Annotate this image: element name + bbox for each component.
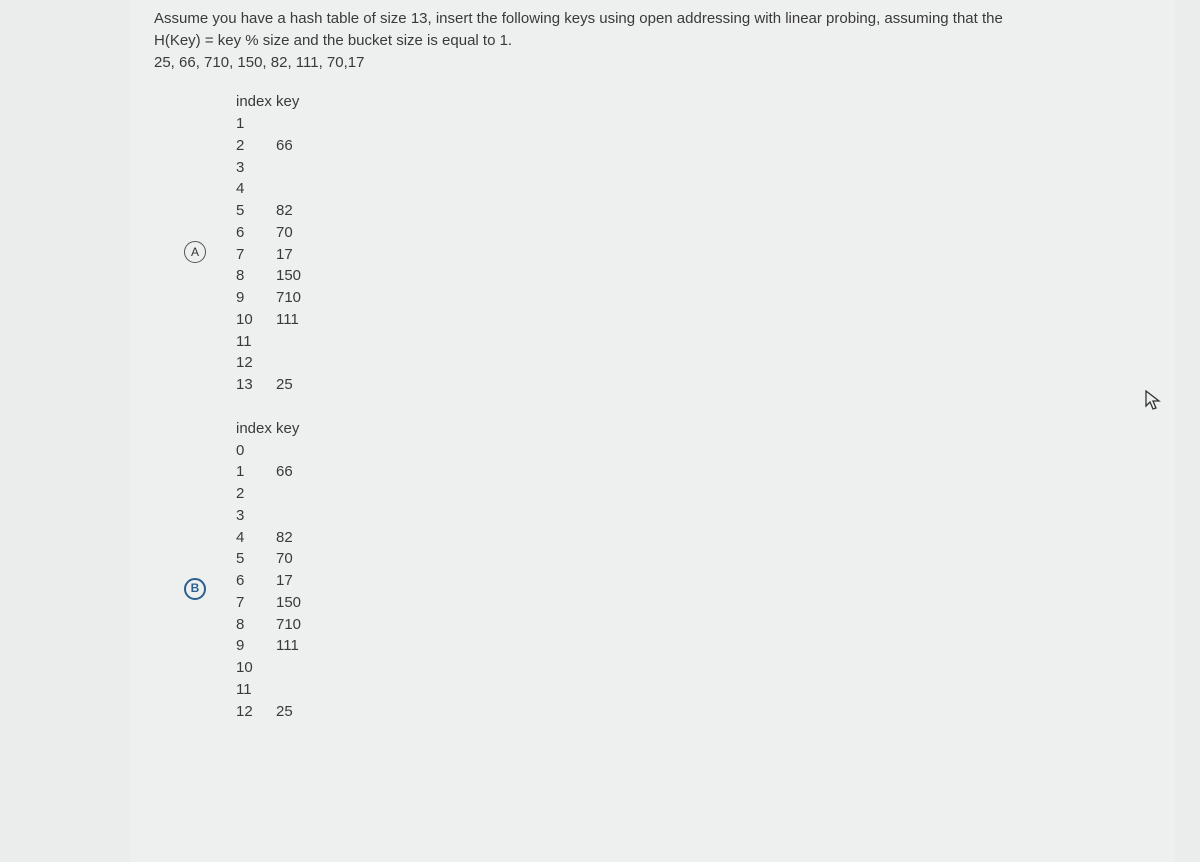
cell-key	[276, 505, 316, 527]
table-row: 3	[236, 505, 316, 527]
cell-index: 3	[236, 505, 276, 527]
cell-index: 1	[236, 113, 276, 135]
table-row: 11	[236, 679, 316, 701]
cell-index: 6	[236, 222, 276, 244]
cell-key: 82	[276, 527, 316, 549]
header-index: index	[236, 418, 276, 440]
table-row: 717	[236, 244, 316, 266]
cell-key: 111	[276, 309, 316, 331]
header-index: index	[236, 91, 276, 113]
cell-key: 150	[276, 592, 316, 614]
cell-key	[276, 331, 316, 353]
table-row: 1	[236, 113, 316, 135]
table-row: 570	[236, 548, 316, 570]
cell-index: 7	[236, 244, 276, 266]
table-row: 10111	[236, 309, 316, 331]
cell-key: 150	[276, 265, 316, 287]
cell-key	[276, 440, 316, 462]
cell-key: 70	[276, 222, 316, 244]
option-marker-wrap: A	[184, 91, 206, 263]
table-row: 670	[236, 222, 316, 244]
option-a-marker[interactable]: A	[184, 241, 206, 263]
cell-key: 25	[276, 701, 316, 723]
cell-key: 66	[276, 135, 316, 157]
cell-index: 0	[236, 440, 276, 462]
table-row: 1325	[236, 374, 316, 396]
cursor-icon	[1145, 390, 1163, 421]
cell-key	[276, 113, 316, 135]
cell-index: 10	[236, 657, 276, 679]
cell-index: 8	[236, 614, 276, 636]
cell-index: 6	[236, 570, 276, 592]
table-header: index key	[236, 418, 316, 440]
cell-index: 5	[236, 548, 276, 570]
cell-index: 2	[236, 135, 276, 157]
cell-key	[276, 352, 316, 374]
cell-index: 3	[236, 157, 276, 179]
cell-index: 5	[236, 200, 276, 222]
table-row: 3	[236, 157, 316, 179]
cell-index: 2	[236, 483, 276, 505]
table-row: 12	[236, 352, 316, 374]
cell-key	[276, 178, 316, 200]
cell-index: 12	[236, 701, 276, 723]
cell-key: 111	[276, 635, 316, 657]
question-line-1: Assume you have a hash table of size 13,…	[154, 8, 1151, 30]
option-a-table: index key 12663458267071781509 710101111…	[236, 91, 316, 396]
table-row: 8710	[236, 614, 316, 636]
cell-key	[276, 657, 316, 679]
question-line-3: 25, 66, 710, 150, 82, 111, 70,17	[154, 52, 1151, 74]
table-row: 266	[236, 135, 316, 157]
cell-key: 710	[276, 614, 316, 636]
cell-index: 11	[236, 679, 276, 701]
cell-key: 17	[276, 244, 316, 266]
cell-index: 8	[236, 265, 276, 287]
header-key: key	[276, 418, 316, 440]
cell-index: 7	[236, 592, 276, 614]
table-header: index key	[236, 91, 316, 113]
cell-index: 12	[236, 352, 276, 374]
table-row: 2	[236, 483, 316, 505]
cell-index: 4	[236, 527, 276, 549]
option-a[interactable]: A index key 12663458267071781509 7101011…	[184, 91, 1151, 396]
header-key: key	[276, 91, 316, 113]
table-row: 8150	[236, 265, 316, 287]
cell-index: 4	[236, 178, 276, 200]
table-row: 10	[236, 657, 316, 679]
cell-index: 11	[236, 331, 276, 353]
cell-key	[276, 157, 316, 179]
cell-key: 17	[276, 570, 316, 592]
table-row: 9111	[236, 635, 316, 657]
cell-index: 10	[236, 309, 276, 331]
cell-key	[276, 679, 316, 701]
cell-index: 1	[236, 461, 276, 483]
table-row: 582	[236, 200, 316, 222]
table-row: 4	[236, 178, 316, 200]
cell-key: 70	[276, 548, 316, 570]
table-row: 7150	[236, 592, 316, 614]
question-page: Assume you have a hash table of size 13,…	[130, 0, 1175, 862]
cell-key: 710	[276, 287, 316, 309]
cell-index: 9	[236, 287, 276, 309]
option-b-table: index key 016623482570617715087109111101…	[236, 418, 316, 723]
cell-key: 25	[276, 374, 316, 396]
table-row: 166	[236, 461, 316, 483]
table-row: 1225	[236, 701, 316, 723]
option-marker-wrap: B	[184, 418, 206, 600]
cell-index: 9	[236, 635, 276, 657]
cell-key: 66	[276, 461, 316, 483]
question-text: Assume you have a hash table of size 13,…	[154, 8, 1151, 73]
cell-key	[276, 483, 316, 505]
table-row: 482	[236, 527, 316, 549]
cell-index: 13	[236, 374, 276, 396]
table-row: 9 710	[236, 287, 316, 309]
cell-key: 82	[276, 200, 316, 222]
table-row: 617	[236, 570, 316, 592]
question-line-2: H(Key) = key % size and the bucket size …	[154, 30, 1151, 52]
option-b-marker[interactable]: B	[184, 578, 206, 600]
table-row: 0	[236, 440, 316, 462]
table-row: 11	[236, 331, 316, 353]
option-b[interactable]: B index key 0166234825706177150871091111…	[184, 418, 1151, 723]
